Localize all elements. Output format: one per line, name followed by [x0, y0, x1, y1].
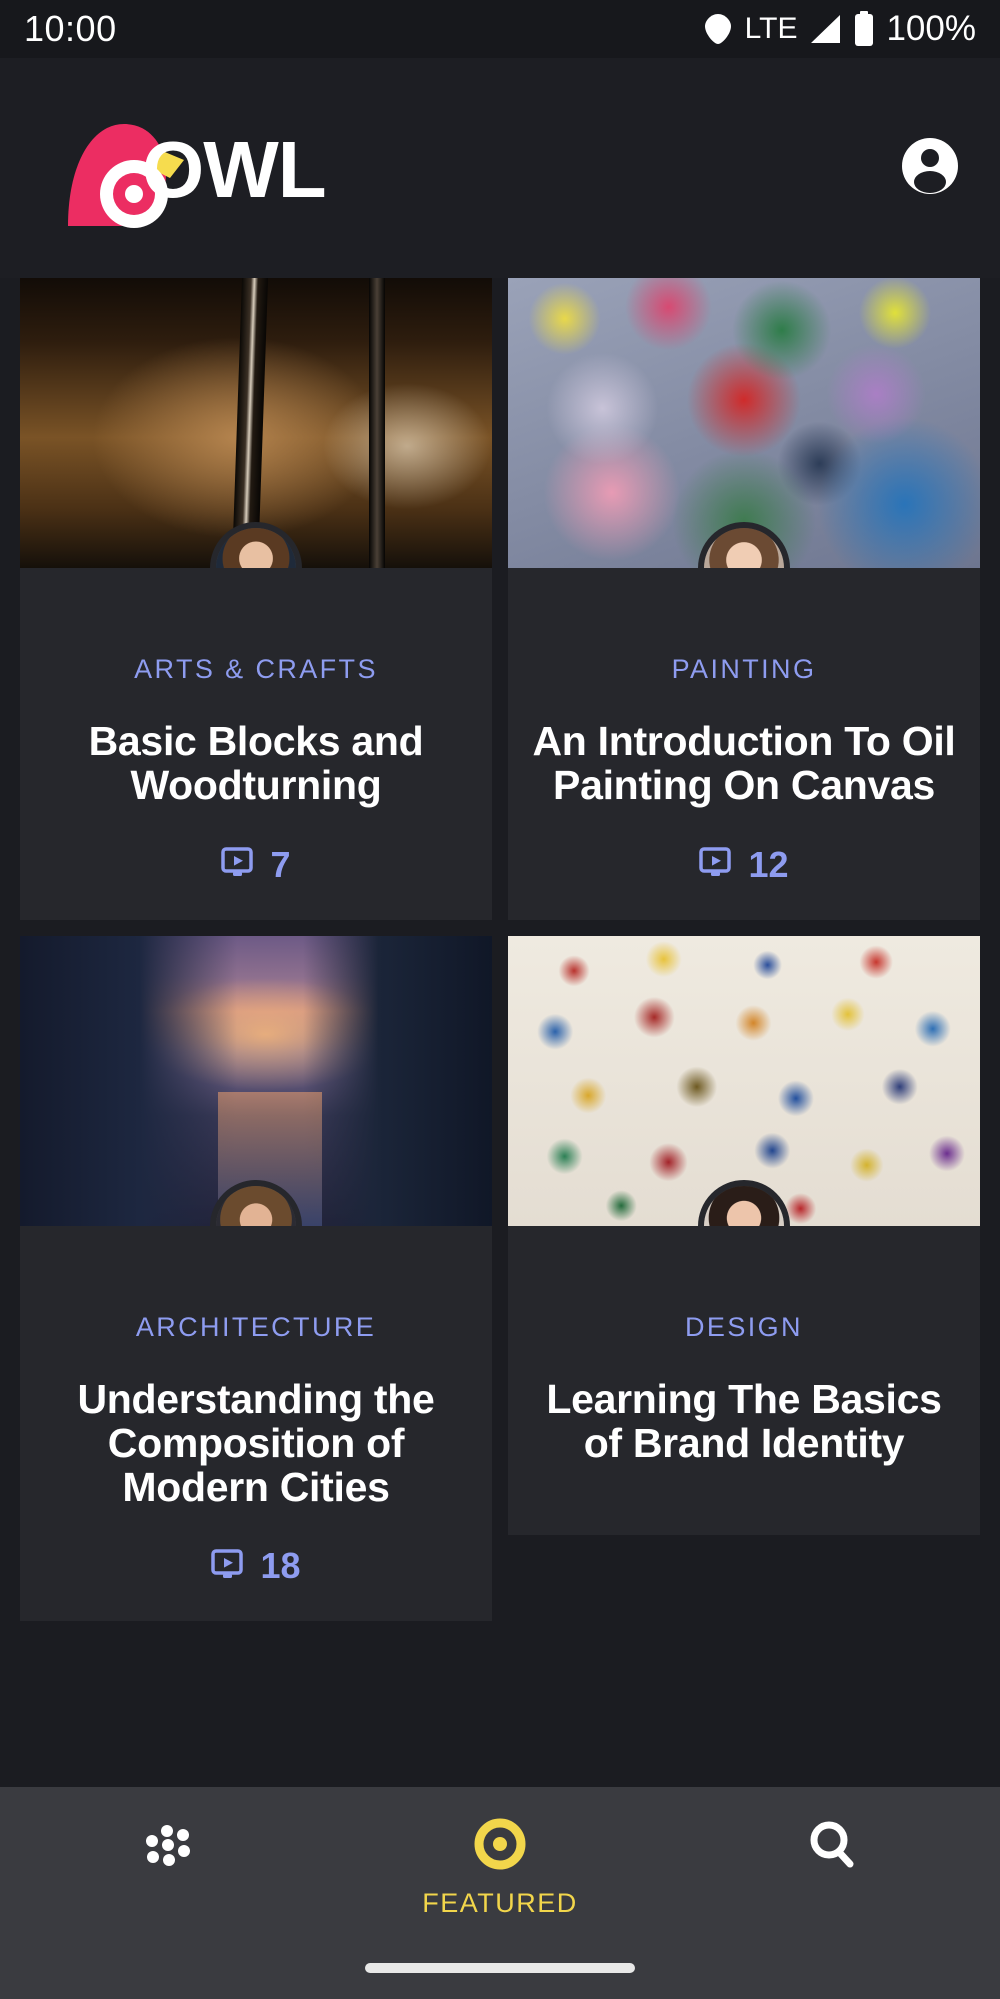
card-title: Learning The Basics of Brand Identity [546, 1375, 942, 1466]
owl-eye-icon [473, 1817, 527, 1876]
battery-percent-label: 100% [886, 9, 976, 48]
signal-icon [808, 13, 842, 45]
course-card[interactable]: PAINTING An Introduction To Oil Painting… [508, 278, 980, 920]
author-avatar-male-brown-hair [216, 528, 296, 568]
card-body: DESIGN Learning The Basics of Brand Iden… [508, 1226, 980, 1536]
avatar[interactable] [698, 1179, 790, 1226]
lesson-count: 12 [748, 843, 789, 885]
video-lesson-icon [699, 847, 735, 882]
author-avatar-female-dark-hair [704, 528, 784, 568]
card-category: ARCHITECTURE [135, 1311, 377, 1342]
card-thumbnail [508, 278, 980, 568]
card-thumbnail [20, 935, 492, 1226]
search-icon [805, 1817, 861, 1878]
card-title: Understanding the Composition of Modern … [77, 1375, 435, 1511]
card-body: PAINTING An Introduction To Oil Painting… [508, 568, 980, 920]
card-title: An Introduction To Oil Painting On Canva… [532, 718, 956, 809]
wifi-icon [702, 12, 734, 46]
status-bar: 10:00 LTE 100% [0, 0, 1000, 58]
owl-logo-wordmark: OWL [142, 125, 327, 214]
grid-column-right: PAINTING An Introduction To Oil Painting… [508, 278, 980, 1798]
status-bar-indicators: LTE 100% [702, 9, 976, 49]
dots-grid-icon [139, 1817, 195, 1878]
owl-logo[interactable]: OWL [50, 108, 327, 228]
nav-item-label: FEATURED [422, 1888, 578, 1918]
course-card[interactable]: ARTS & CRAFTS Basic Blocks and Woodturni… [20, 278, 492, 920]
author-avatar-female-smiling [216, 1185, 296, 1226]
nav-item-featured[interactable]: FEATURED [410, 1817, 590, 1919]
app-bar: OWL [0, 58, 1000, 278]
card-body: ARTS & CRAFTS Basic Blocks and Woodturni… [20, 568, 492, 920]
card-thumbnail [508, 935, 980, 1226]
author-avatar-female-short-hair [704, 1185, 784, 1226]
status-bar-time: 10:00 [24, 8, 117, 49]
card-category: ARTS & CRAFTS [134, 654, 378, 684]
network-type-label: LTE [744, 12, 798, 45]
video-lesson-icon [211, 1549, 247, 1584]
card-category: DESIGN [685, 1311, 803, 1342]
video-lesson-icon [221, 847, 257, 882]
grid-column-left: ARTS & CRAFTS Basic Blocks and Woodturni… [20, 278, 492, 1798]
avatar[interactable] [210, 522, 302, 568]
account-circle-icon[interactable] [900, 136, 960, 201]
nav-item-browse[interactable] [77, 1817, 257, 1890]
battery-icon [853, 11, 875, 47]
course-card-grid[interactable]: ARTS & CRAFTS Basic Blocks and Woodturni… [0, 278, 1000, 1798]
nav-item-search[interactable] [743, 1817, 923, 1890]
lesson-count: 7 [270, 843, 291, 885]
card-lesson-meta: 12 [524, 844, 964, 886]
card-lesson-meta: 7 [36, 844, 476, 886]
avatar[interactable] [698, 522, 790, 568]
bottom-navigation-bar[interactable]: FEATURED [0, 1787, 1000, 1999]
card-category: PAINTING [671, 654, 817, 684]
card-body: ARCHITECTURE Understanding the Compositi… [20, 1226, 492, 1622]
course-card[interactable]: DESIGN Learning The Basics of Brand Iden… [508, 935, 980, 1536]
app-screen: 10:00 LTE 100% OWL ARTS & CRAFTS Basic B… [0, 0, 1000, 1999]
card-thumbnail [20, 278, 492, 568]
lesson-count: 18 [260, 1545, 301, 1587]
card-title: Basic Blocks and Woodturning [88, 718, 424, 809]
course-card[interactable]: ARCHITECTURE Understanding the Compositi… [20, 935, 492, 1622]
card-lesson-meta: 18 [36, 1545, 476, 1587]
home-indicator[interactable] [365, 1963, 635, 1973]
avatar[interactable] [210, 1179, 302, 1226]
